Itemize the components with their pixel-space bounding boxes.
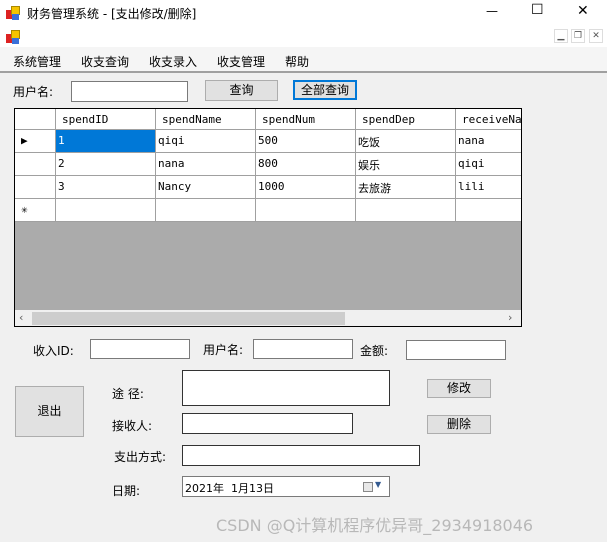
mdi-child-bar: ▁ ❐ ✕ [0,26,607,47]
exit-button[interactable]: 退出 [15,386,84,437]
user-label: 用户名: [203,343,244,357]
amount-label: 金额: [360,344,389,358]
grid-cell[interactable]: Nancy [156,176,256,199]
user-input[interactable] [253,339,353,359]
route-label: 途 径: [112,387,144,401]
app-icon [6,6,20,20]
menu-query[interactable]: 收支查询 [81,53,129,70]
horizontal-scrollbar[interactable]: ‹ › [15,310,521,326]
search-username-label: 用户名: [13,85,54,99]
grid-cell[interactable]: qiqi [456,153,521,176]
dropdown-arrow-icon[interactable]: ▼ [375,480,381,489]
receiver-input[interactable] [182,413,353,434]
grid-cell[interactable] [456,199,521,222]
income-id-input[interactable] [90,339,190,359]
grid-cell[interactable]: qiqi [156,130,256,153]
row-header[interactable] [15,176,56,199]
new-row-indicator[interactable]: ✳ [15,199,56,222]
grid-cell[interactable] [56,199,156,222]
grid-cell[interactable]: 去旅游 [356,176,456,199]
grid-cell[interactable] [156,199,256,222]
income-id-label: 收入ID: [33,344,74,358]
title-bar: 财务管理系统 - [支出修改/删除] — ☐ ✕ [0,0,607,26]
minimize-button[interactable]: — [486,4,498,18]
delete-button[interactable]: 删除 [427,415,491,434]
search-username-input[interactable] [71,81,188,102]
grid-cell[interactable]: 吃饭 [356,130,456,153]
maximize-button[interactable]: ☐ [531,2,544,18]
date-picker[interactable]: 2021年 1月13日 ▼ [182,476,390,497]
menu-entry[interactable]: 收支录入 [149,53,197,70]
child-close-button[interactable]: ✕ [589,29,603,43]
pay-method-input[interactable] [182,445,420,466]
scroll-left-icon[interactable]: ‹ [19,311,23,324]
watermark: CSDN @Q计算机程序优异哥_2934918046 [216,516,534,535]
child-app-icon [6,30,20,44]
column-header[interactable]: spendDep [356,109,456,130]
column-header[interactable]: spendName [156,109,256,130]
grid-cell[interactable]: 3 [56,176,156,199]
route-input[interactable] [182,370,390,406]
child-restore-button[interactable]: ❐ [571,29,585,43]
window-title: 财务管理系统 - [支出修改/删除] [27,7,197,21]
menu-help[interactable]: 帮助 [285,53,309,70]
column-header[interactable]: receiveNam [456,109,521,130]
close-button[interactable]: ✕ [577,3,589,19]
query-button[interactable]: 查询 [205,80,278,101]
grid-corner [15,109,56,130]
column-header[interactable]: spendNum [256,109,356,130]
scrollbar-thumb[interactable] [32,312,345,325]
grid-cell[interactable]: 2 [56,153,156,176]
grid-cell[interactable]: 1 [56,130,156,153]
date-value: 2021年 1月13日 [185,482,274,495]
amount-input[interactable] [406,340,506,360]
grid-cell[interactable]: 800 [256,153,356,176]
grid-cell[interactable] [256,199,356,222]
receiver-label: 接收人: [112,419,153,433]
menu-system[interactable]: 系统管理 [13,53,61,70]
grid-cell[interactable]: 1000 [256,176,356,199]
grid-cell[interactable]: nana [156,153,256,176]
menu-manage[interactable]: 收支管理 [217,53,265,70]
modify-button[interactable]: 修改 [427,379,491,398]
scroll-right-icon[interactable]: › [508,311,512,324]
grid-cell[interactable] [356,199,456,222]
current-row-indicator[interactable]: ▶ [15,130,56,153]
data-grid[interactable]: spendID spendName spendNum spendDep rece… [14,108,522,327]
grid-cell[interactable]: nana [456,130,521,153]
grid-cell[interactable]: lili [456,176,521,199]
grid-cell[interactable]: 娱乐 [356,153,456,176]
grid-cell[interactable]: 500 [256,130,356,153]
date-label: 日期: [112,484,141,498]
menu-bar: 系统管理 收支查询 收支录入 收支管理 帮助 [0,47,607,73]
column-header[interactable]: spendID [56,109,156,130]
pay-method-label: 支出方式: [114,450,167,464]
calendar-icon[interactable] [363,482,373,492]
row-header[interactable] [15,153,56,176]
child-minimize-button[interactable]: ▁ [554,29,568,43]
query-all-button[interactable]: 全部查询 [293,80,357,100]
